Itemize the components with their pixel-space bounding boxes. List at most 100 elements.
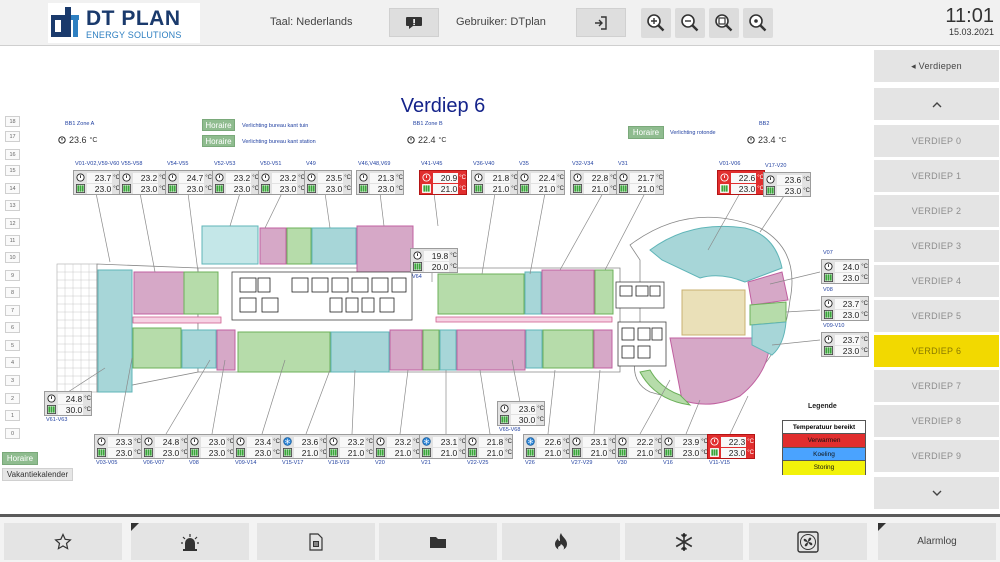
sensor-temperature: 23.6 <box>777 174 803 185</box>
sensor-v01-v02-v59-v60[interactable]: 23.7 °C 23.0 °C <box>73 170 121 195</box>
sensor-setpoint-row: 23.0 °C <box>97 447 141 458</box>
sensor-v03-v05[interactable]: 23.3 °C 23.0 °C <box>94 434 142 459</box>
vakantiekalender-button[interactable]: Vakantiekalender <box>2 468 73 481</box>
floor-button-7[interactable]: VERDIEP 7 <box>874 370 999 402</box>
valve-level-icon <box>168 184 177 193</box>
floor-button-2[interactable]: VERDIEP 2 <box>874 195 999 227</box>
sensor-setpoint: 21.0 <box>340 447 366 458</box>
sensor-label: V20 <box>375 460 385 466</box>
ventilation-button[interactable] <box>749 523 867 560</box>
floor-button-0[interactable]: VERDIEP 0 <box>874 125 999 157</box>
alarmlog-button[interactable]: Alarmlog <box>878 523 996 560</box>
alarms-button[interactable] <box>131 523 249 560</box>
sensor-v30[interactable]: 22.2 °C 21.0 °C <box>615 434 663 459</box>
sensor-v52-v53[interactable]: 23.2 °C 23.0 °C <box>212 170 260 195</box>
valve-level-icon <box>618 448 627 457</box>
sensor-v08[interactable]: 23.0 °C 23.0 °C <box>187 434 235 459</box>
thermostat-icon <box>824 262 833 271</box>
sensor-label: V46,V48,V69 <box>358 161 391 167</box>
sensor-v65-v68[interactable]: 23.6 °C 30.0 °C <box>497 401 545 426</box>
sensor-label: V06-V07 <box>143 460 165 466</box>
sensor-temperature: 23.7 <box>87 172 113 183</box>
sensor-setpoint: 23.0 <box>226 183 252 194</box>
sensor-v26[interactable]: 22.6 °C 21.0 °C <box>523 434 571 459</box>
floor-button-4[interactable]: VERDIEP 4 <box>874 265 999 297</box>
sensor-v11-v15[interactable]: 22.3 °C 23.0 °C <box>707 434 755 459</box>
cooling-button[interactable] <box>625 523 743 560</box>
scroll-up-button[interactable] <box>874 88 999 120</box>
back-to-floors-button[interactable]: ◂ Verdiepen <box>874 50 999 82</box>
sensor-v36-v40[interactable]: 21.8 °C 21.0 °C <box>471 170 519 195</box>
sensor-unit: °C <box>505 449 512 456</box>
sensor-v22-v25[interactable]: 21.8 °C 21.0 °C <box>465 434 513 459</box>
thermostat-icon <box>500 404 509 413</box>
sensor-v49[interactable]: 23.5 °C 23.0 °C <box>304 170 352 195</box>
sensor-temperature: 21.8 <box>485 172 511 183</box>
sensor-temperature: 21.3 <box>370 172 396 183</box>
sensor-v55-v58[interactable]: 23.2 °C 23.0 °C <box>119 170 167 195</box>
sensor-v08[interactable]: 23.7 °C 23.0 °C <box>821 296 869 321</box>
sensor-unit: °C <box>84 395 91 402</box>
sensor-v46-v48-v69[interactable]: 21.3 °C 23.0 °C <box>356 170 404 195</box>
files-button[interactable] <box>379 523 497 560</box>
sensor-temperature: 24.8 <box>155 436 181 447</box>
heating-button[interactable] <box>502 523 620 560</box>
floor-button-6[interactable]: VERDIEP 6 <box>874 335 999 367</box>
sensor-v06-v07[interactable]: 24.8 °C 23.0 °C <box>141 434 189 459</box>
sensor-label: V01-V02,V59-V60 <box>75 161 120 167</box>
sensor-setpoint-row: 23.0 °C <box>664 447 708 458</box>
sensor-v09-v14[interactable]: 23.4 °C 23.0 °C <box>233 434 281 459</box>
sensor-temperature: 20.9 <box>433 172 459 183</box>
sensor-label: V01-V06 <box>719 161 741 167</box>
reports-button[interactable] <box>257 523 375 560</box>
scroll-down-button[interactable] <box>874 477 999 509</box>
sensor-temperature: 19.8 <box>424 250 450 261</box>
sensor-v41-v45[interactable]: 20.9 °C 21.0 °C <box>419 170 467 195</box>
sensor-temperature: 24.0 <box>835 261 861 272</box>
sensor-v32-v34[interactable]: 22.8 °C 21.0 °C <box>570 170 618 195</box>
sensor-unit: °C <box>396 174 403 181</box>
valve-level-icon <box>97 448 106 457</box>
sensor-v15-v17[interactable]: 23.6 °C 21.0 °C <box>280 434 328 459</box>
sensor-setpoint: 21.0 <box>294 447 320 458</box>
sensor-v27-v29[interactable]: 23.1 °C 21.0 °C <box>569 434 617 459</box>
sensor-v61-v63[interactable]: 24.8 °C 30.0 °C <box>44 391 92 416</box>
sensor-unit: °C <box>134 438 141 445</box>
sensor-unit: °C <box>366 438 373 445</box>
thermostat-icon <box>97 437 106 446</box>
sensor-v20[interactable]: 23.2 °C 21.0 °C <box>373 434 421 459</box>
sensor-setpoint: 21.0 <box>537 447 563 458</box>
sensor-v17-v20[interactable]: 23.6 °C 23.0 °C <box>763 172 811 197</box>
valve-level-icon <box>500 415 509 424</box>
sensor-setpoint: 23.0 <box>87 183 113 194</box>
sensor-setpoint-row: 21.0 °C <box>526 447 570 458</box>
sensor-temp-row: 23.6 °C <box>500 403 544 414</box>
floor-button-9[interactable]: VERDIEP 9 <box>874 440 999 472</box>
thermostat-icon <box>359 173 368 182</box>
sensor-v35[interactable]: 22.4 °C 21.0 °C <box>517 170 565 195</box>
sensor-label: V31 <box>618 161 628 167</box>
floor-button-5[interactable]: VERDIEP 5 <box>874 300 999 332</box>
sensor-v64[interactable]: 19.8 °C 20.0 °C <box>410 248 458 273</box>
sensor-setpoint-row: 23.0 °C <box>824 309 868 320</box>
sensor-unit: °C <box>366 449 373 456</box>
sensor-temp-row: 23.6 °C <box>766 174 810 185</box>
sensor-v50-v51[interactable]: 23.2 °C 23.0 °C <box>258 170 306 195</box>
sensor-v21[interactable]: 23.1 °C 21.0 °C <box>419 434 467 459</box>
horaire-button[interactable]: Horaire <box>2 452 38 465</box>
floor-button-1[interactable]: VERDIEP 1 <box>874 160 999 192</box>
sensor-v01-v06[interactable]: 22.6 °C 23.0 °C <box>717 170 765 195</box>
favorites-button[interactable] <box>4 523 122 560</box>
sensor-v18-v19[interactable]: 23.2 °C 21.0 °C <box>326 434 374 459</box>
sensor-v09-v10[interactable]: 23.7 °C 23.0 °C <box>821 332 869 357</box>
sensor-v31[interactable]: 21.7 °C 21.0 °C <box>616 170 664 195</box>
sensor-label: V17-V20 <box>765 163 787 169</box>
sensor-v16[interactable]: 23.9 °C 23.0 °C <box>661 434 709 459</box>
sensor-label: V64 <box>412 274 422 280</box>
sensor-setpoint-row: 23.0 °C <box>215 183 259 194</box>
thermostat-icon <box>720 173 729 182</box>
floor-button-8[interactable]: VERDIEP 8 <box>874 405 999 437</box>
floor-button-3[interactable]: VERDIEP 3 <box>874 230 999 262</box>
sensor-v07[interactable]: 24.0 °C 23.0 °C <box>821 259 869 284</box>
sensor-v54-v55[interactable]: 24.7 °C 23.0 °C <box>165 170 213 195</box>
